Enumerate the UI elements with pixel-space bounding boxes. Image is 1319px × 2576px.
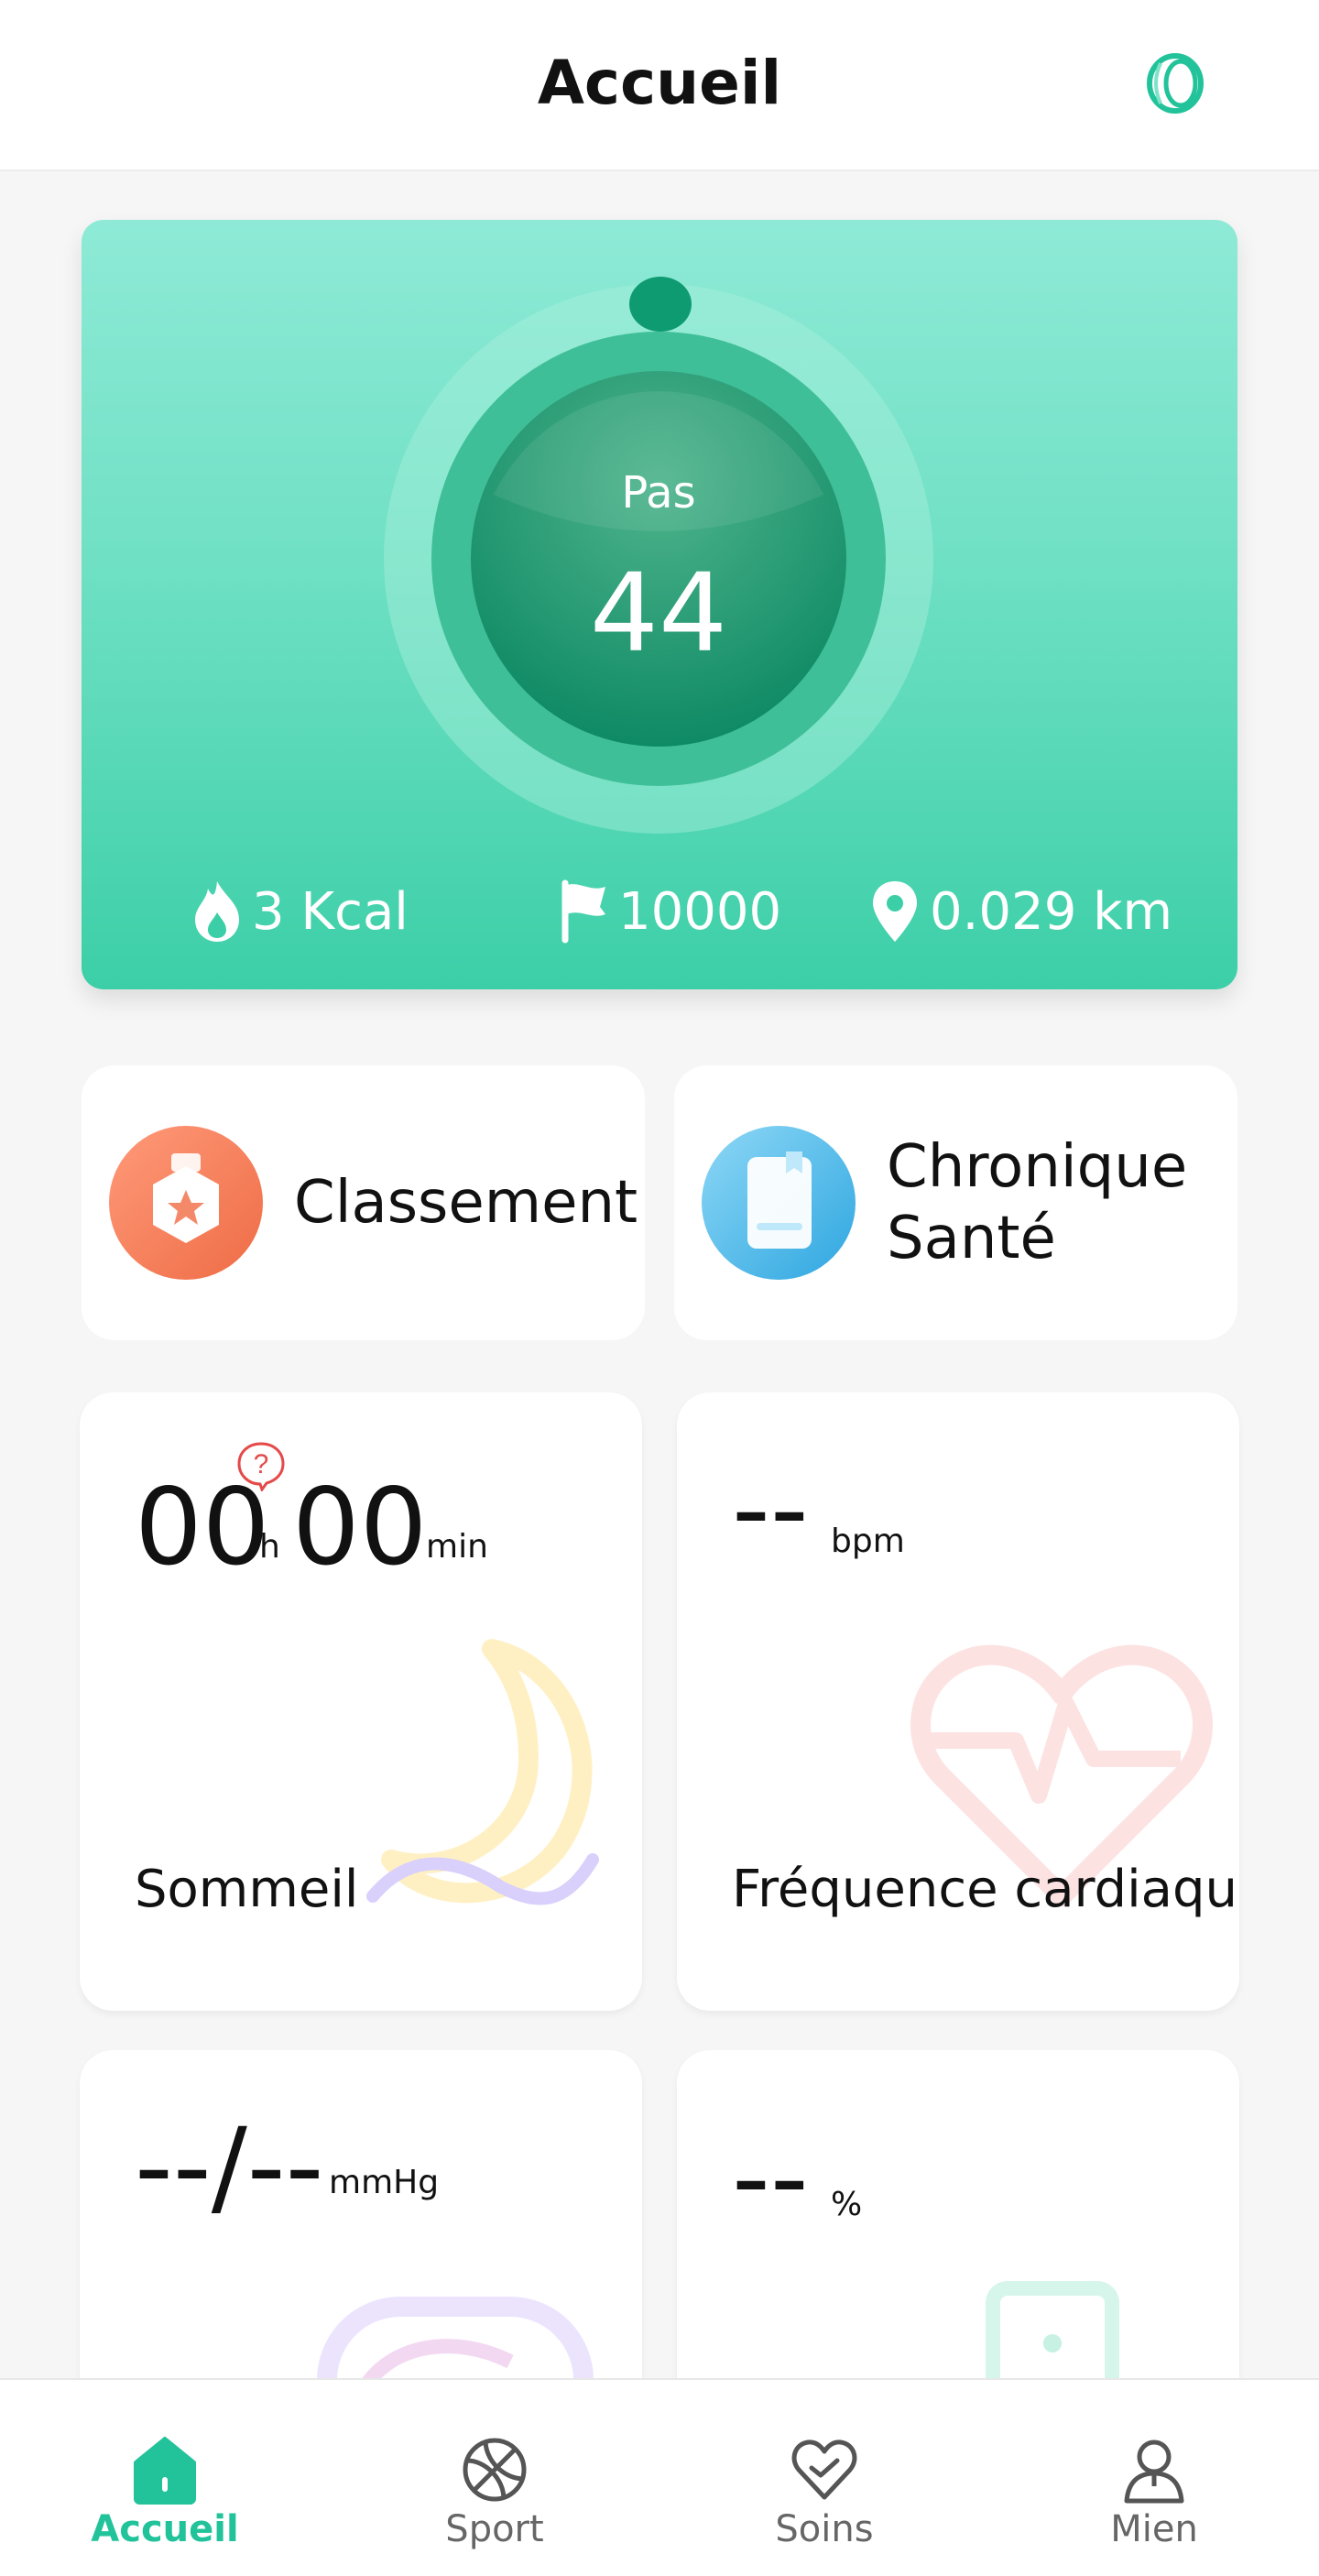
home-page: Accueil Pas 44 3 Kcal 10000 0.029 km Cla… bbox=[0, 0, 1319, 2576]
sleep-minutes-value: 00 bbox=[292, 1466, 428, 1589]
nav-tab-accueil[interactable]: Accueil bbox=[0, 2380, 330, 2576]
steps-dial: Pas 44 bbox=[375, 275, 943, 843]
heart-rate-title: Fréquence cardiaque bbox=[732, 1860, 1239, 1919]
steps-stats-row: 3 Kcal 10000 0.029 km bbox=[82, 866, 1237, 957]
ranking-badge-icon bbox=[109, 1126, 263, 1280]
smart-ring-icon[interactable] bbox=[1142, 50, 1208, 116]
health-book-icon bbox=[702, 1126, 856, 1280]
sleep-title: Sommeil bbox=[135, 1860, 359, 1919]
sports-ball-icon bbox=[463, 2438, 527, 2502]
flag-icon bbox=[561, 879, 605, 944]
heart-rate-card[interactable]: -- bpm Fréquence cardiaque bbox=[677, 1392, 1239, 2011]
location-pin-icon bbox=[873, 881, 917, 942]
sleep-card[interactable]: 00 h ? 00 min Sommeil bbox=[80, 1392, 642, 2011]
distance-value: 0.029 km bbox=[930, 881, 1173, 942]
ranking-card[interactable]: Classement bbox=[82, 1065, 645, 1340]
blood-oxygen-unit: % bbox=[831, 2186, 863, 2223]
nav-tab-sport-label: Sport bbox=[445, 2508, 544, 2550]
health-chronicle-card[interactable]: Chronique Santé bbox=[674, 1065, 1237, 1340]
nav-tab-mien[interactable]: Mien bbox=[989, 2380, 1319, 2576]
nav-tab-mien-label: Mien bbox=[1110, 2508, 1198, 2550]
blood-oxygen-value: -- bbox=[732, 2116, 809, 2240]
health-chronicle-label-line2: Santé bbox=[887, 1205, 1056, 1272]
question-bubble-icon[interactable]: ? bbox=[235, 1440, 287, 1491]
health-chronicle-label-line1: Chronique bbox=[887, 1133, 1188, 1201]
sleep-minutes-unit: min bbox=[426, 1528, 488, 1566]
home-icon bbox=[134, 2437, 196, 2505]
blood-pressure-unit: mmHg bbox=[329, 2164, 440, 2201]
svg-text:?: ? bbox=[254, 1449, 269, 1479]
heart-rate-unit: bpm bbox=[831, 1523, 905, 1560]
steps-label: Pas bbox=[621, 467, 696, 518]
calories-value: 3 Kcal bbox=[252, 881, 409, 942]
flame-icon bbox=[195, 881, 239, 942]
bottom-navigation: Accueil Sport Soins Mien bbox=[0, 2378, 1319, 2576]
goal-value: 10000 bbox=[618, 881, 782, 942]
app-header: Accueil bbox=[0, 0, 1319, 171]
steps-card[interactable]: Pas 44 3 Kcal 10000 0.029 km bbox=[82, 220, 1237, 989]
steps-value: 44 bbox=[589, 550, 728, 676]
heart-care-icon bbox=[791, 2440, 857, 2500]
nav-tab-accueil-label: Accueil bbox=[91, 2508, 239, 2550]
distance-stat: 0.029 km bbox=[869, 866, 1172, 957]
blood-pressure-value: --/-- bbox=[135, 2105, 324, 2229]
nav-tab-sport[interactable]: Sport bbox=[330, 2380, 660, 2576]
calories-stat: 3 Kcal bbox=[191, 866, 409, 957]
nav-tab-soins[interactable]: Soins bbox=[660, 2380, 989, 2576]
heart-rate-value: -- bbox=[732, 1447, 809, 1571]
blood-oxygen-illustration-icon bbox=[986, 2281, 1119, 2389]
page-title: Accueil bbox=[537, 48, 782, 118]
goal-stat: 10000 bbox=[558, 866, 781, 957]
nav-tab-soins-label: Soins bbox=[775, 2508, 874, 2550]
ranking-label: Classement bbox=[294, 1169, 638, 1237]
profile-icon bbox=[1124, 2440, 1184, 2504]
moon-illustration-icon bbox=[366, 1639, 599, 1905]
sleep-hours-unit: h bbox=[259, 1528, 280, 1566]
